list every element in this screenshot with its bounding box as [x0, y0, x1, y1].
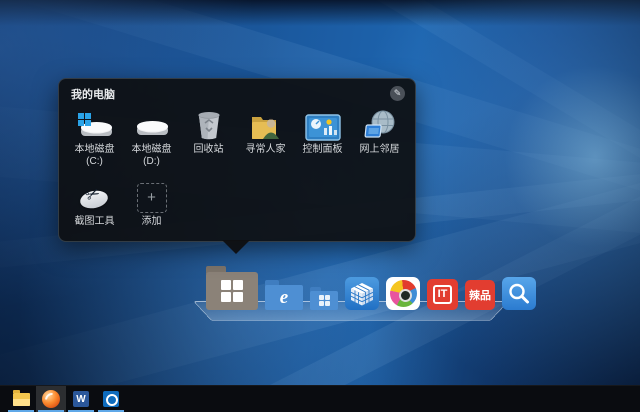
- popup-item-user-folder[interactable]: 寻常人家: [237, 105, 294, 169]
- dock-item-lapin[interactable]: 辣品: [465, 280, 495, 310]
- popup-item-network-places[interactable]: 网上邻居: [351, 105, 408, 169]
- popup-item-snipping-tool[interactable]: ✂ 截图工具: [66, 177, 123, 241]
- internet-explorer-icon: e: [265, 285, 303, 310]
- taskbar-item-ruanmei-desktop[interactable]: [36, 386, 66, 412]
- popup-item-label: 回收站: [181, 144, 237, 156]
- dock-item-my-computer[interactable]: [206, 266, 258, 310]
- taskbar-item-word[interactable]: W: [66, 386, 96, 412]
- edit-pencil-icon[interactable]: ✎: [390, 86, 405, 101]
- plus-icon: +: [137, 183, 167, 213]
- dock-item-mofang[interactable]: [345, 277, 379, 310]
- windows-logo-icon: [319, 295, 330, 306]
- disk-d-icon: [133, 105, 171, 141]
- pinwheel-icon: [390, 280, 417, 307]
- popup-title: 我的电脑: [71, 86, 115, 102]
- dock-item-search[interactable]: [502, 277, 536, 310]
- folder-icon: [13, 393, 30, 406]
- recycle-bin-icon: [195, 105, 223, 141]
- network-icon: [363, 105, 397, 141]
- ie-letter: e: [280, 288, 288, 307]
- lapin-icon: 辣品: [469, 287, 491, 303]
- popup-item-add[interactable]: + 添加: [123, 177, 180, 241]
- dock-item-apps-folder[interactable]: [310, 287, 338, 310]
- ithome-icon: IT: [433, 285, 453, 304]
- taskbar-item-mail[interactable]: [96, 386, 126, 412]
- add-icon: +: [137, 177, 167, 213]
- orange-swirl-icon: [42, 390, 60, 408]
- popup-item-local-disk-d[interactable]: 本地磁盘 (D:): [123, 105, 180, 169]
- popup-item-label: 截图工具: [67, 216, 123, 228]
- popup-item-label: 添加: [124, 216, 180, 228]
- blue-ring-icon: [103, 391, 119, 407]
- popup-item-label: 本地磁盘 (C:): [67, 144, 123, 168]
- dock: e IT 辣品: [206, 256, 536, 310]
- taskbar-item-file-explorer[interactable]: [6, 386, 36, 412]
- popup-item-label: 网上邻居: [352, 144, 408, 156]
- user-folder-icon: [250, 105, 282, 141]
- popup-item-label: 寻常人家: [238, 144, 294, 156]
- popup-item-grid: 本地磁盘 (C:) 本地磁盘 (D:): [66, 105, 408, 241]
- dock-item-photo-app[interactable]: [386, 277, 420, 310]
- windows-apps-folder-icon: [310, 291, 338, 310]
- word-icon: W: [73, 391, 89, 407]
- desktop: 我的电脑 ✎ 本地磁盘 (C:): [0, 0, 640, 412]
- my-computer-popup: 我的电脑 ✎ 本地磁盘 (C:): [58, 78, 416, 242]
- popup-item-label: 本地磁盘 (D:): [124, 144, 180, 168]
- snipping-tool-icon: ✂: [79, 177, 111, 213]
- popup-tail: [222, 240, 250, 254]
- windows-logo-icon: [221, 280, 243, 302]
- dock-item-ithome[interactable]: IT: [427, 279, 458, 310]
- cube-icon: [349, 281, 375, 307]
- disk-c-icon: [76, 105, 114, 141]
- taskbar: W: [0, 385, 640, 412]
- popup-item-control-panel[interactable]: 控制面板: [294, 105, 351, 169]
- popup-item-label: 控制面板: [295, 144, 351, 156]
- search-icon: [506, 281, 532, 307]
- popup-item-recycle-bin[interactable]: 回收站: [180, 105, 237, 169]
- dock-item-internet-explorer[interactable]: e: [265, 280, 303, 310]
- windows-folder-icon: [206, 272, 258, 310]
- control-panel-icon: [305, 105, 341, 141]
- popup-item-local-disk-c[interactable]: 本地磁盘 (C:): [66, 105, 123, 169]
